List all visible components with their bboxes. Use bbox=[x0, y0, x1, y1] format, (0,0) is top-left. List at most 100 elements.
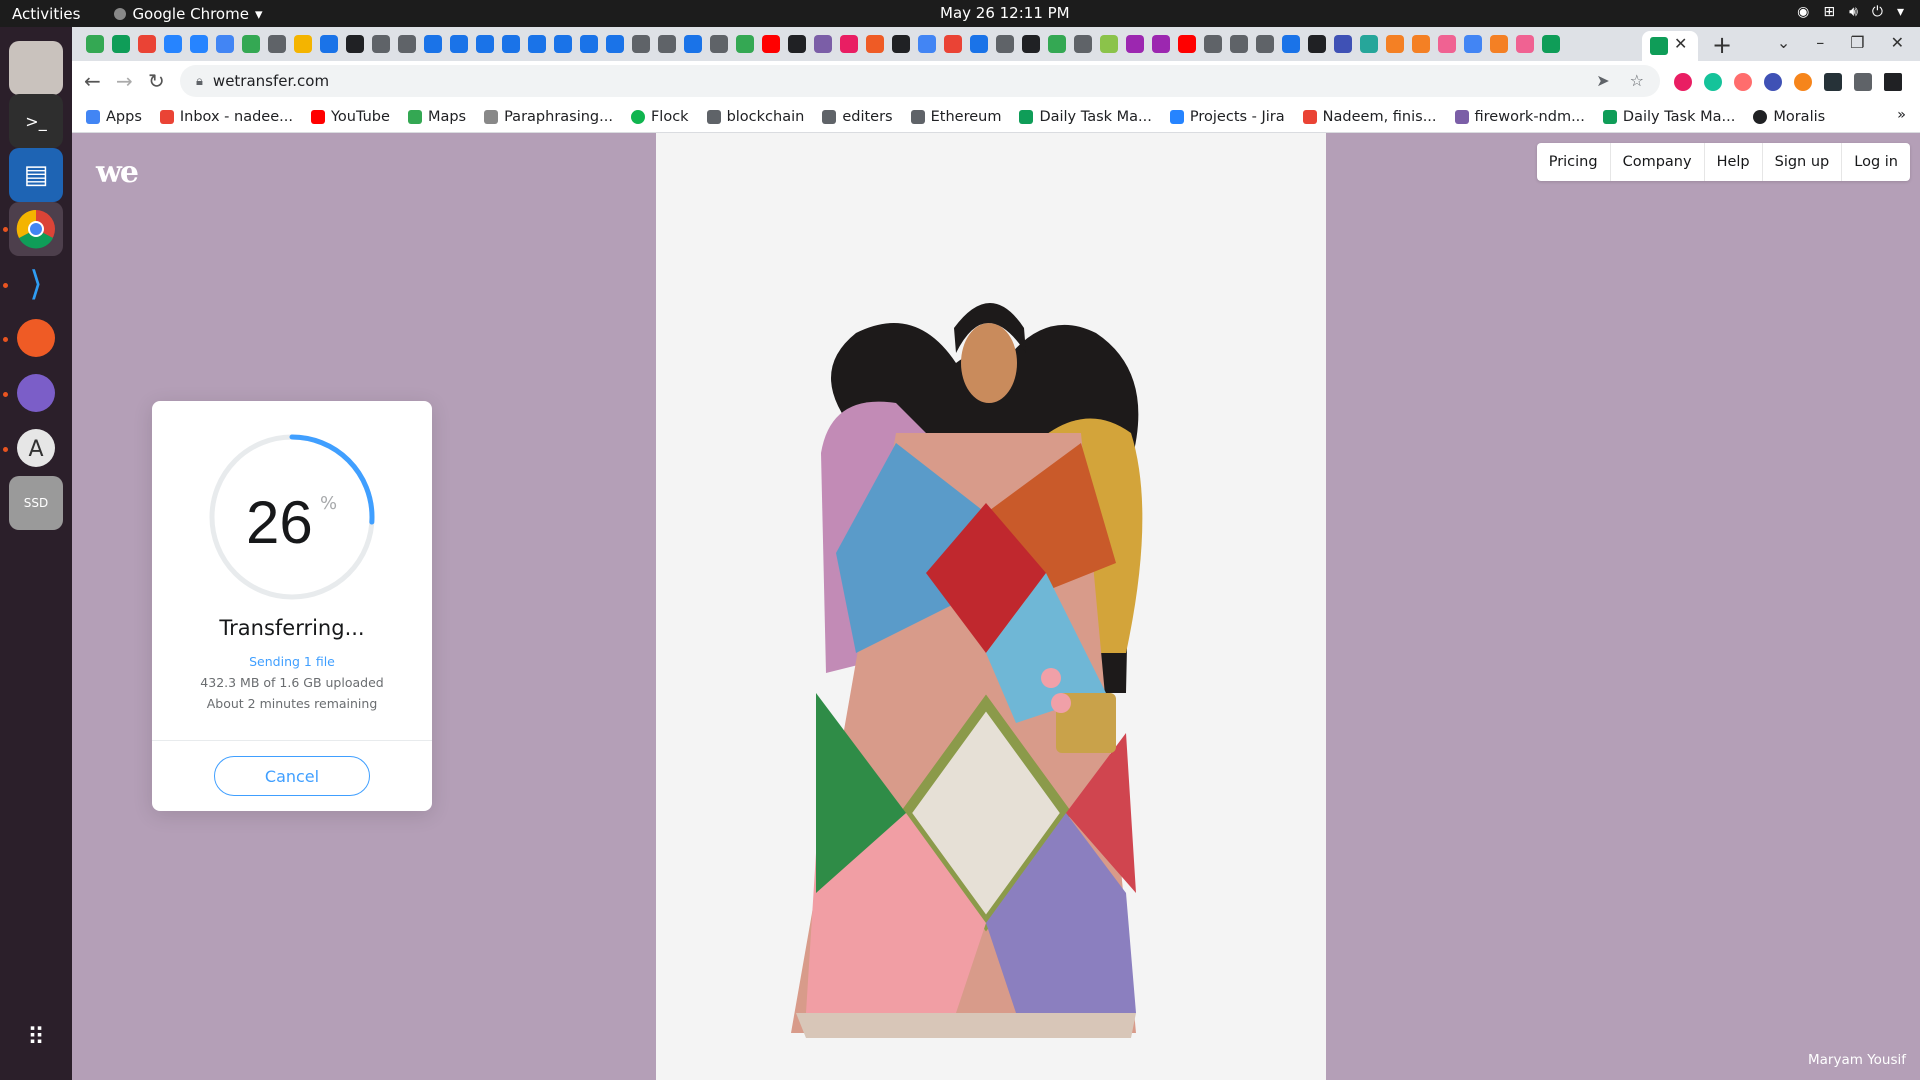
bookmark-folder[interactable]: editers bbox=[822, 109, 893, 125]
tab-icon[interactable] bbox=[112, 35, 130, 53]
tab-icon[interactable] bbox=[424, 35, 442, 53]
tab-icon[interactable] bbox=[736, 35, 754, 53]
tab-icon[interactable] bbox=[1178, 35, 1196, 53]
reload-icon[interactable]: ↻ bbox=[148, 69, 165, 93]
tab-icon[interactable] bbox=[86, 35, 104, 53]
tab-icon[interactable] bbox=[528, 35, 546, 53]
grammarly-icon[interactable] bbox=[1704, 73, 1722, 91]
tab-search-icon[interactable]: ⌄ bbox=[1777, 33, 1790, 52]
app-menu[interactable]: Google Chrome ▾ bbox=[114, 5, 262, 23]
new-tab-button[interactable]: + bbox=[1712, 31, 1732, 59]
tab-icon[interactable] bbox=[1048, 35, 1066, 53]
activities-button[interactable]: Activities bbox=[12, 5, 80, 23]
tab-icon[interactable] bbox=[580, 35, 598, 53]
tab-icon[interactable] bbox=[1542, 35, 1560, 53]
files-icon[interactable] bbox=[9, 41, 63, 95]
background-artwork[interactable] bbox=[656, 133, 1326, 1080]
tab-icon[interactable] bbox=[710, 35, 728, 53]
network-icon[interactable]: ⊞ bbox=[1823, 4, 1835, 20]
lock-icon[interactable]: 🔒︎ bbox=[196, 74, 203, 89]
more-bookmarks-icon[interactable]: » bbox=[1897, 107, 1906, 123]
tab-icon[interactable] bbox=[892, 35, 910, 53]
tab-icon[interactable] bbox=[1256, 35, 1274, 53]
side-panel-icon[interactable] bbox=[1884, 73, 1902, 91]
tab-icon[interactable] bbox=[1152, 35, 1170, 53]
active-tab[interactable]: ✕ bbox=[1642, 31, 1698, 61]
tab-icon[interactable] bbox=[606, 35, 624, 53]
volume-icon[interactable]: 🔊︎ bbox=[1849, 4, 1858, 20]
chrome-tray-icon[interactable]: ◉ bbox=[1797, 4, 1809, 20]
terminal-icon[interactable]: >_ bbox=[9, 94, 63, 148]
bookmark-folder[interactable]: Ethereum bbox=[910, 109, 1001, 125]
bookmark-item[interactable]: Daily Task Ma... bbox=[1602, 109, 1735, 125]
tab-icon[interactable] bbox=[554, 35, 572, 53]
nav-help[interactable]: Help bbox=[1703, 143, 1762, 181]
bookmark-folder[interactable]: blockchain bbox=[706, 109, 804, 125]
tab-icon[interactable] bbox=[1308, 35, 1326, 53]
tab-icon[interactable] bbox=[476, 35, 494, 53]
tab-icon[interactable] bbox=[1360, 35, 1378, 53]
forward-icon[interactable]: → bbox=[116, 69, 133, 93]
bookmark-item[interactable]: Projects - Jira bbox=[1169, 109, 1285, 125]
tab-icon[interactable] bbox=[502, 35, 520, 53]
browser-icon[interactable] bbox=[9, 366, 63, 420]
tab-icon[interactable] bbox=[294, 35, 312, 53]
tab-icon[interactable] bbox=[164, 35, 182, 53]
tab-icon[interactable] bbox=[1282, 35, 1300, 53]
tab-icon[interactable] bbox=[1204, 35, 1222, 53]
send-icon[interactable]: ➤ bbox=[1596, 71, 1609, 90]
tab-icon[interactable] bbox=[268, 35, 286, 53]
tab-icon[interactable] bbox=[320, 35, 338, 53]
bookmark-item[interactable]: Inbox - nadee... bbox=[159, 109, 293, 125]
tab-icon[interactable] bbox=[762, 35, 780, 53]
tab-icon[interactable] bbox=[398, 35, 416, 53]
extension-icon[interactable] bbox=[1734, 73, 1752, 91]
writer-icon[interactable]: ▤ bbox=[9, 148, 63, 202]
tab-icon[interactable] bbox=[1490, 35, 1508, 53]
chrome-icon[interactable] bbox=[9, 202, 63, 256]
cancel-button[interactable]: Cancel bbox=[214, 756, 370, 796]
minimize-icon[interactable]: – bbox=[1816, 33, 1824, 52]
tab-icon[interactable] bbox=[658, 35, 676, 53]
tab-icon[interactable] bbox=[242, 35, 260, 53]
tab-icon[interactable] bbox=[1412, 35, 1430, 53]
bookmark-item[interactable]: Maps bbox=[407, 109, 466, 125]
tab-icon[interactable] bbox=[632, 35, 650, 53]
url-text[interactable]: wetransfer.com bbox=[213, 72, 329, 90]
software-store-icon[interactable]: A bbox=[9, 421, 63, 475]
system-tray[interactable]: ◉ ⊞ 🔊︎ ⏻ ▾ bbox=[1797, 4, 1904, 20]
chevron-down-icon[interactable]: ▾ bbox=[1897, 4, 1904, 20]
tab-icon[interactable] bbox=[840, 35, 858, 53]
nav-company[interactable]: Company bbox=[1609, 143, 1704, 181]
postman-icon[interactable] bbox=[9, 311, 63, 365]
bookmark-item[interactable]: firework-ndm... bbox=[1454, 109, 1585, 125]
close-window-icon[interactable]: ✕ bbox=[1891, 33, 1904, 52]
tab-icon[interactable] bbox=[216, 35, 234, 53]
bookmark-item[interactable]: YouTube bbox=[310, 109, 390, 125]
tab-icon[interactable] bbox=[814, 35, 832, 53]
bookmark-item[interactable]: Flock bbox=[630, 109, 689, 125]
tab-icon[interactable] bbox=[1438, 35, 1456, 53]
tab-icon[interactable] bbox=[1334, 35, 1352, 53]
address-bar[interactable]: 🔒︎ wetransfer.com ➤ ☆ bbox=[180, 65, 1660, 97]
tab-icon[interactable] bbox=[450, 35, 468, 53]
metamask-icon[interactable] bbox=[1794, 73, 1812, 91]
tab-icon[interactable] bbox=[1126, 35, 1144, 53]
tab-icon[interactable] bbox=[866, 35, 884, 53]
bookmark-item[interactable]: Daily Task Ma... bbox=[1019, 109, 1152, 125]
wetransfer-logo[interactable]: we bbox=[96, 155, 139, 190]
ssd-drive-icon[interactable]: SSD bbox=[9, 476, 63, 530]
tab-icon[interactable] bbox=[996, 35, 1014, 53]
tab-icon[interactable] bbox=[1386, 35, 1404, 53]
tab-icon[interactable] bbox=[346, 35, 364, 53]
close-icon[interactable]: ✕ bbox=[1674, 34, 1687, 53]
tab-icon[interactable] bbox=[918, 35, 936, 53]
tab-icon[interactable] bbox=[1074, 35, 1092, 53]
tab-icon[interactable] bbox=[1516, 35, 1534, 53]
extension-icon[interactable] bbox=[1764, 73, 1782, 91]
tab-strip[interactable]: ✕ + ⌄ – ❐ ✕ bbox=[72, 27, 1920, 61]
tab-icon[interactable] bbox=[1464, 35, 1482, 53]
bookmark-item[interactable]: Paraphrasing... bbox=[484, 109, 613, 125]
tab-icon[interactable] bbox=[944, 35, 962, 53]
tab-icon[interactable] bbox=[970, 35, 988, 53]
